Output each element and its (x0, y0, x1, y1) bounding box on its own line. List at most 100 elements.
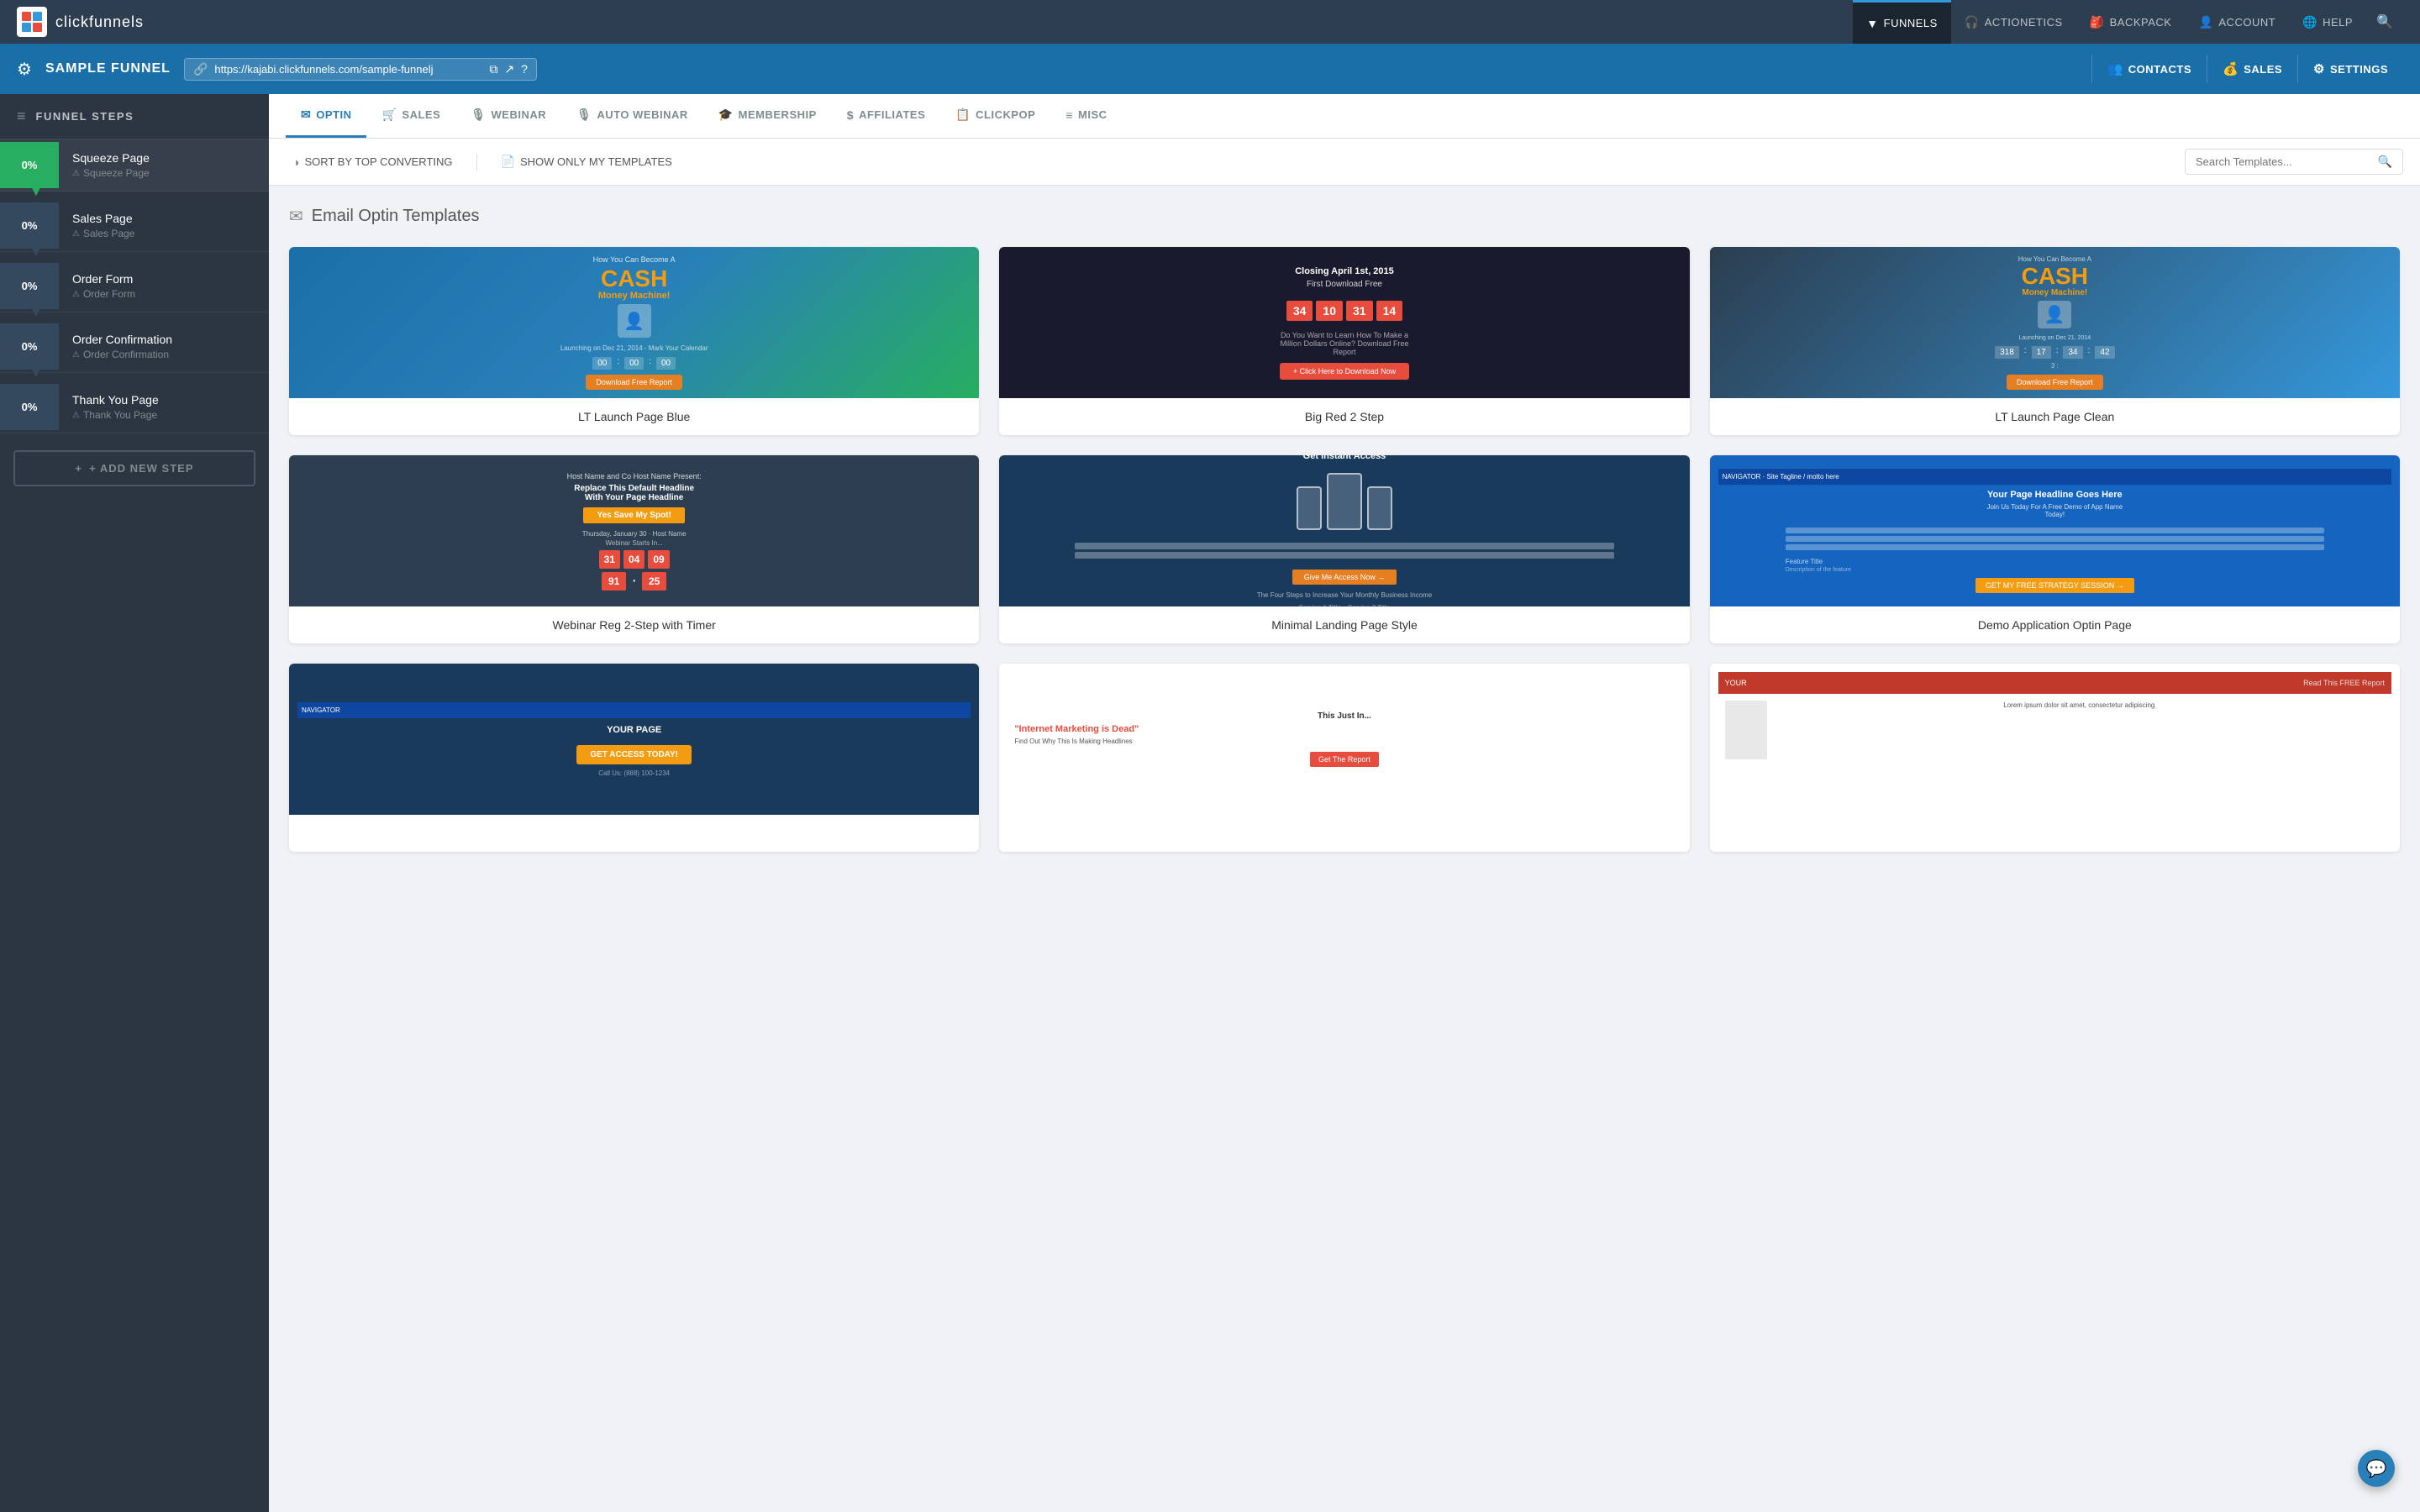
section-title-text: Email Optin Templates (312, 207, 480, 226)
sidebar-header: ≡ FUNNEL STEPS (0, 94, 269, 139)
step-name-squeeze: Squeeze Page (72, 151, 255, 165)
step-sub-label-thank-you: Thank You Page (83, 409, 157, 421)
tab-auto-webinar[interactable]: 🎙 AUTO WEBINAR (561, 94, 703, 138)
funnel-gear-icon[interactable]: ⚙ (17, 59, 32, 80)
step-info-sales: Sales Page ⚠ Sales Page (59, 200, 269, 251)
funnel-step-order-confirm[interactable]: 0% Order Confirmation ⚠ Order Confirmati… (0, 321, 269, 373)
search-input[interactable] (2196, 155, 2371, 168)
template-thumb-demo: NAVIGATOR · Site Tagline / motto here Yo… (1710, 455, 2400, 606)
search-box: 🔍 (2185, 149, 2403, 175)
step-warning-icon-order-form: ⚠ (72, 290, 80, 299)
step-sub-label-order-confirm: Order Confirmation (83, 349, 169, 360)
backpack-icon: 🎒 (2090, 15, 2105, 29)
step-percent-order-form: 0% (0, 263, 59, 309)
sort-button[interactable]: ◑ SORT BY TOP CONVERTING (286, 152, 460, 172)
search-icon[interactable]: 🔍 (2378, 155, 2392, 169)
funnel-step-sales[interactable]: 0% Sales Page ⚠ Sales Page (0, 200, 269, 252)
show-my-templates-button[interactable]: 📄 SHOW ONLY MY TEMPLATES (494, 151, 679, 172)
template-card-lt-launch-clean[interactable]: How You Can Become A CASH Money Machine!… (1710, 247, 2400, 435)
template-thumb-lt-launch-clean: How You Can Become A CASH Money Machine!… (1710, 247, 2400, 398)
clickpop-tab-label: CLICKPOP (976, 108, 1035, 121)
logo-icon[interactable] (17, 7, 47, 37)
contacts-button[interactable]: 👥 CONTACTS (2091, 55, 2207, 83)
nav-item-funnels[interactable]: ▼ FUNNELS (1853, 0, 1951, 44)
open-url-button[interactable]: ↗ (504, 62, 514, 76)
step-name-order-confirm: Order Confirmation (72, 333, 255, 346)
tab-sales[interactable]: 🛒 SALES (366, 94, 455, 138)
top-nav: clickfunnels ▼ FUNNELS 🎧 ACTIONETICS 🎒 B… (0, 0, 2420, 44)
menu-icon: ≡ (17, 108, 26, 125)
template-card-demo[interactable]: NAVIGATOR · Site Tagline / motto here Yo… (1710, 455, 2400, 643)
sales-button[interactable]: 💰 SALES (2207, 55, 2297, 83)
step-wrapper-thank-you: 0% Thank You Page ⚠ Thank You Page (0, 381, 269, 433)
funnel-header: ⚙ SAMPLE FUNNEL 🔗 https://kajabi.clickfu… (0, 44, 2420, 94)
nav-item-actionetics[interactable]: 🎧 ACTIONETICS (1951, 0, 2076, 44)
settings-button[interactable]: ⚙ SETTINGS (2297, 55, 2403, 83)
templates-grid-bottom: NAVIGATOR YOUR PAGE GET ACCESS TODAY! Ca… (289, 664, 2400, 852)
step-name-thank-you: Thank You Page (72, 393, 255, 407)
webinar-tab-label: WEBINAR (492, 108, 547, 121)
nav-label-account: ACCOUNT (2218, 16, 2275, 29)
nav-label-funnels: FUNNELS (1884, 17, 1938, 29)
chat-bubble-button[interactable]: 💬 (2358, 1450, 2395, 1487)
nav-item-account[interactable]: 👤 ACCOUNT (2185, 0, 2289, 44)
template-thumb-lt-launch-blue: How You Can Become A CASH Money Machine!… (289, 247, 979, 398)
step-sub-thank-you: ⚠ Thank You Page (72, 409, 255, 421)
main-layout: ≡ FUNNEL STEPS 0% Squeeze Page ⚠ Squeeze… (0, 94, 2420, 1512)
step-info-squeeze: Squeeze Page ⚠ Squeeze Page (59, 139, 269, 191)
logo-text: clickfunnels (55, 13, 144, 31)
template-card-big-red-2step[interactable]: Closing April 1st, 2015 First Download F… (999, 247, 1689, 435)
tab-misc[interactable]: ≡ MISC (1050, 95, 1122, 138)
tab-membership[interactable]: 🎓 MEMBERSHIP (703, 94, 832, 138)
step-wrapper-order-form: 0% Order Form ⚠ Order Form ▼ (0, 260, 269, 312)
copy-url-button[interactable]: ⧉ (489, 62, 497, 76)
sales-tab-icon: 🛒 (381, 108, 397, 122)
step-percent-sales: 0% (0, 202, 59, 249)
template-thumb-news: This Just In... "Internet Marketing is D… (999, 664, 1689, 815)
help-url-button[interactable]: ? (521, 62, 528, 76)
step-percent-squeeze: 0% (0, 142, 59, 188)
logo-area: clickfunnels (17, 7, 144, 37)
search-button[interactable]: 🔍 (2366, 13, 2403, 30)
template-label-demo: Demo Application Optin Page (1710, 606, 2400, 643)
nav-item-help[interactable]: 🌐 HELP (2289, 0, 2366, 44)
template-card-news[interactable]: This Just In... "Internet Marketing is D… (999, 664, 1689, 852)
template-card-navigator[interactable]: NAVIGATOR YOUR PAGE GET ACCESS TODAY! Ca… (289, 664, 979, 852)
nav-items: ▼ FUNNELS 🎧 ACTIONETICS 🎒 BACKPACK 👤 ACC… (1853, 0, 2403, 44)
step-sub-label-sales: Sales Page (83, 228, 134, 239)
step-info-order-form: Order Form ⚠ Order Form (59, 260, 269, 312)
funnel-url-bar: 🔗 https://kajabi.clickfunnels.com/sample… (184, 58, 537, 81)
step-sub-label-order-form: Order Form (83, 288, 135, 300)
nav-item-backpack[interactable]: 🎒 BACKPACK (2076, 0, 2186, 44)
step-warning-icon-sales: ⚠ (72, 229, 80, 239)
tab-affiliates[interactable]: $ AFFILIATES (832, 95, 940, 138)
misc-tab-label: MISC (1078, 108, 1107, 121)
funnel-step-thank-you[interactable]: 0% Thank You Page ⚠ Thank You Page (0, 381, 269, 433)
template-card-lt-launch-blue[interactable]: How You Can Become A CASH Money Machine!… (289, 247, 979, 435)
template-thumb-big-red-2step: Closing April 1st, 2015 First Download F… (999, 247, 1689, 398)
clickpop-tab-icon: 📋 (955, 108, 971, 122)
template-card-cover[interactable]: YOUR Read This FREE Report Lorem ipsum d… (1710, 664, 2400, 852)
template-label-navigator: Navigator (289, 815, 979, 852)
template-label-big-red-2step: Big Red 2 Step (999, 398, 1689, 435)
funnel-step-squeeze[interactable]: 0% Squeeze Page ⚠ Squeeze Page (0, 139, 269, 192)
step-percent-thank-you: 0% (0, 384, 59, 430)
toolbar: ◑ SORT BY TOP CONVERTING 📄 SHOW ONLY MY … (269, 139, 2420, 186)
add-step-button[interactable]: + + ADD NEW STEP (13, 450, 255, 486)
step-arrow-order-form: ▼ (29, 306, 43, 321)
nav-label-actionetics: ACTIONETICS (1985, 16, 2063, 29)
template-card-minimal[interactable]: Get Instant Access Give Me Access Now → … (999, 455, 1689, 643)
tab-clickpop[interactable]: 📋 CLICKPOP (940, 94, 1050, 138)
membership-tab-label: MEMBERSHIP (739, 108, 817, 121)
template-card-webinar-reg[interactable]: Host Name and Co Host Name Present: Repl… (289, 455, 979, 643)
tab-optin[interactable]: ✉ OPTIN (286, 94, 366, 138)
step-arrow-order-confirm: ▼ (29, 366, 43, 381)
funnel-step-order-form[interactable]: 0% Order Form ⚠ Order Form (0, 260, 269, 312)
actionetics-icon: 🎧 (1965, 15, 1980, 29)
add-step-label: + ADD NEW STEP (89, 462, 193, 475)
tab-webinar[interactable]: 🎙 WEBINAR (455, 94, 561, 138)
settings-icon: ⚙ (2313, 61, 2325, 76)
funnel-title: SAMPLE FUNNEL (45, 61, 171, 76)
show-templates-icon: 📄 (501, 155, 515, 169)
membership-tab-icon: 🎓 (718, 108, 734, 122)
